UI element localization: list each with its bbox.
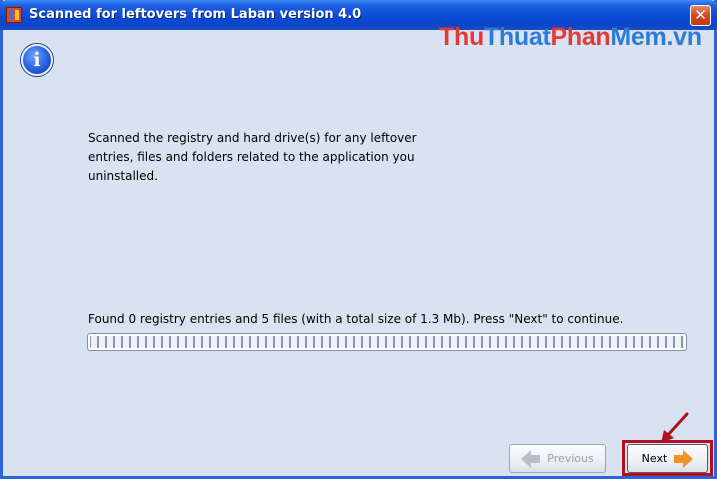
scan-result-text: Found 0 registry entries and 5 files (wi…: [88, 312, 624, 326]
watermark-part: Mem.vn: [610, 23, 702, 51]
uninstall-wizard-window: Scanned for leftovers from Laban version…: [0, 0, 717, 479]
previous-button[interactable]: Previous: [509, 444, 606, 473]
watermark-part: Thu: [439, 23, 484, 51]
progress-fill: [90, 336, 684, 348]
window-title: Scanned for leftovers from Laban version…: [29, 7, 362, 22]
arrow-left-icon: [521, 449, 541, 468]
watermark-logo: ThuThuatPhanMem.vn: [439, 23, 702, 52]
watermark-part: Thuat: [483, 23, 551, 51]
info-icon: i: [21, 44, 53, 76]
watermark-part: Phan: [550, 23, 611, 51]
previous-button-label: Previous: [547, 452, 594, 465]
app-icon: [6, 7, 22, 23]
pointer-arrow-icon: [661, 412, 689, 443]
scan-progress-bar: [87, 333, 687, 351]
scan-message: Scanned the registry and hard drive(s) f…: [88, 131, 417, 183]
